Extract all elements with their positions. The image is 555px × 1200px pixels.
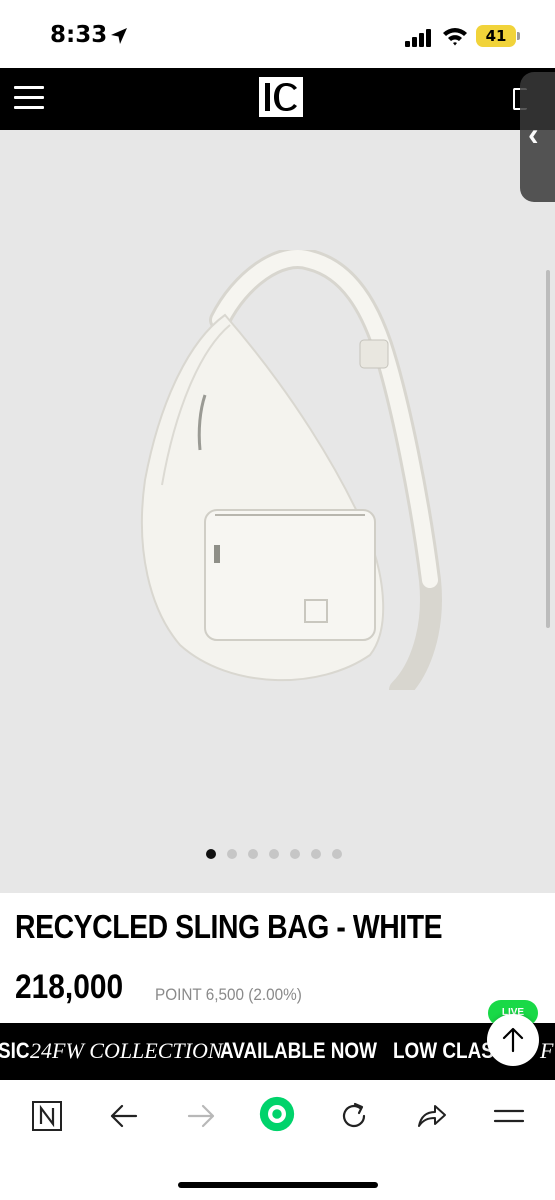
cellular-signal-icon xyxy=(405,29,431,47)
battery-indicator: 41 xyxy=(476,25,520,49)
product-price: 218,000 xyxy=(15,968,124,1006)
scroll-to-top-button[interactable] xyxy=(487,1014,539,1066)
site-header xyxy=(0,68,555,130)
carousel-dot-3[interactable] xyxy=(248,849,258,859)
announcement-marquee: SIC 24FW COLLECTION AVAILABLE NOW LOW CL… xyxy=(0,1023,555,1080)
chevron-left-icon: ‹ xyxy=(528,116,539,152)
share-icon[interactable] xyxy=(415,1098,447,1134)
product-points: POINT 6,500 (2.00%) xyxy=(155,985,302,1004)
page-scrollbar[interactable] xyxy=(546,270,550,628)
arrow-up-icon xyxy=(502,1027,524,1053)
battery-cap xyxy=(517,32,520,40)
product-title: RECYCLED SLING BAG - WHITE xyxy=(15,908,443,945)
carousel-dot-2[interactable] xyxy=(227,849,237,859)
marquee-text-bold-a: SIC xyxy=(0,1038,30,1063)
marquee-text-serif-fragment: F xyxy=(540,1038,554,1063)
location-arrow-icon xyxy=(111,28,127,44)
carousel-dot-4[interactable] xyxy=(269,849,279,859)
carousel-dots xyxy=(206,849,353,861)
status-bar: 8:33 41 xyxy=(0,0,555,68)
carousel-dot-5[interactable] xyxy=(290,849,300,859)
product-image-carousel[interactable] xyxy=(0,130,555,893)
menu-icon[interactable] xyxy=(493,1098,525,1134)
marquee-text-bold-b: AVAILABLE NOW xyxy=(220,1038,377,1063)
naver-n-icon[interactable] xyxy=(31,1098,63,1134)
green-home-icon[interactable] xyxy=(256,1096,298,1132)
status-time: 8:33 xyxy=(50,22,108,48)
carousel-dot-1[interactable] xyxy=(206,849,216,859)
back-arrow-icon[interactable] xyxy=(108,1098,140,1134)
battery-level: 41 xyxy=(476,25,516,47)
side-panel-handle[interactable]: ‹ xyxy=(520,72,555,202)
home-indicator[interactable] xyxy=(178,1182,378,1188)
refresh-icon[interactable] xyxy=(338,1098,370,1134)
carousel-dot-7[interactable] xyxy=(332,849,342,859)
hamburger-menu-icon[interactable] xyxy=(14,86,44,110)
brand-logo[interactable] xyxy=(259,77,303,117)
forward-arrow-icon[interactable] xyxy=(185,1098,217,1134)
product-photo-sling-bag xyxy=(140,250,442,690)
carousel-dot-6[interactable] xyxy=(311,849,321,859)
wifi-icon xyxy=(443,28,467,46)
marquee-text-serif: 24FW COLLECTION xyxy=(30,1038,223,1063)
